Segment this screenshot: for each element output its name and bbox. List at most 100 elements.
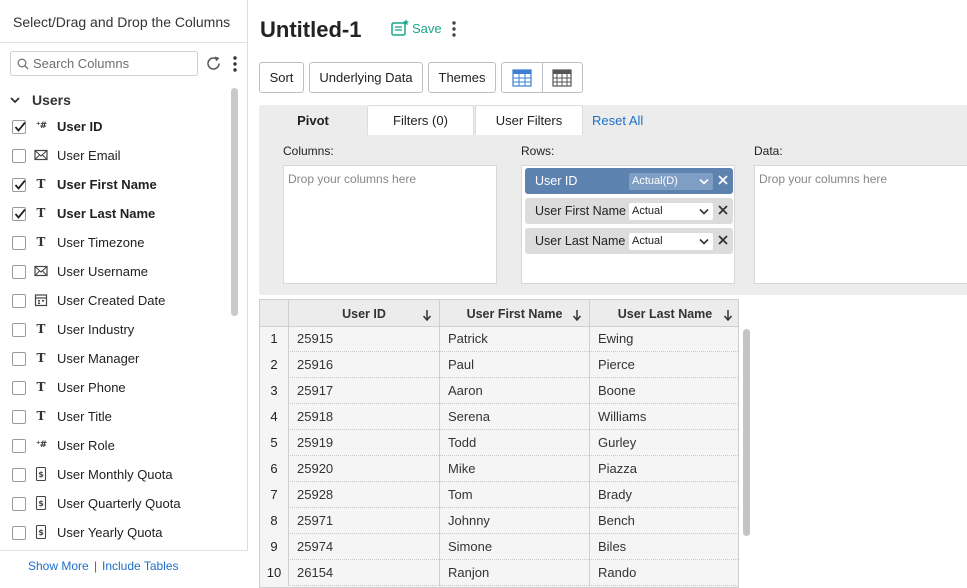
cell-user-id[interactable]: 26154 [288, 560, 439, 586]
checkbox[interactable] [12, 236, 26, 250]
scrollbar[interactable] [231, 88, 238, 316]
column-item[interactable]: User Email [0, 141, 228, 170]
checkbox[interactable] [12, 439, 26, 453]
aggregation-select[interactable]: Actual [629, 232, 713, 250]
tab-pivot[interactable]: Pivot [259, 105, 367, 135]
close-icon[interactable] [717, 233, 729, 247]
cell-last-name[interactable]: Williams [589, 404, 738, 430]
close-icon[interactable] [717, 173, 729, 187]
data-drop-zone[interactable]: Drop your columns here [754, 165, 967, 284]
cell-first-name[interactable]: Ranjon [439, 560, 589, 586]
sort-button[interactable]: Sort [259, 62, 304, 93]
table-row[interactable]: 3 25917 Aaron Boone [260, 378, 738, 404]
more-options-icon[interactable] [450, 20, 458, 38]
row-field-chip[interactable]: User First Name Actual [525, 198, 733, 224]
cell-user-id[interactable]: 25916 [288, 352, 439, 378]
cell-last-name[interactable]: Pierce [589, 352, 738, 378]
column-header-last-name[interactable]: User Last Name [589, 300, 738, 327]
show-more-link[interactable]: Show More [28, 559, 89, 573]
reset-all-link[interactable]: Reset All [592, 113, 643, 128]
row-field-chip[interactable]: User Last Name Actual [525, 228, 733, 254]
row-field-chip[interactable]: User ID Actual(D) [525, 168, 733, 194]
table-row[interactable]: 4 25918 Serena Williams [260, 404, 738, 430]
column-item[interactable]: ⁺# User ID [0, 112, 228, 141]
column-item[interactable]: T User Last Name [0, 199, 228, 228]
save-button[interactable]: Save [390, 18, 442, 38]
checkbox[interactable] [12, 120, 26, 134]
group-users[interactable]: Users [10, 91, 71, 109]
column-item[interactable]: ⁺# User Role [0, 431, 228, 460]
cell-user-id[interactable]: 25919 [288, 430, 439, 456]
column-item[interactable]: $ User Quarterly Quota [0, 489, 228, 518]
checkbox[interactable] [12, 149, 26, 163]
column-item[interactable]: T User Timezone [0, 228, 228, 257]
cell-user-id[interactable]: 25928 [288, 482, 439, 508]
column-item[interactable]: T User Phone [0, 373, 228, 402]
rows-drop-zone[interactable]: User ID Actual(D) User First Name Actual Use… [521, 165, 735, 284]
cell-last-name[interactable]: Piazza [589, 456, 738, 482]
column-item[interactable]: User Created Date [0, 286, 228, 315]
cell-user-id[interactable]: 25917 [288, 378, 439, 404]
checkbox[interactable] [12, 381, 26, 395]
aggregation-select[interactable]: Actual [629, 202, 713, 220]
table-row[interactable]: 9 25974 Simone Biles [260, 534, 738, 560]
column-item[interactable]: $ User Monthly Quota [0, 460, 228, 489]
checkbox[interactable] [12, 265, 26, 279]
cell-last-name[interactable]: Boone [589, 378, 738, 404]
checkbox[interactable] [12, 526, 26, 540]
aggregation-select[interactable]: Actual(D) [629, 172, 713, 190]
checkbox[interactable] [12, 323, 26, 337]
column-header-first-name[interactable]: User First Name [439, 300, 589, 327]
table-row[interactable]: 7 25928 Tom Brady [260, 482, 738, 508]
report-title[interactable]: Untitled-1 [260, 17, 361, 43]
column-item[interactable]: User Username [0, 257, 228, 286]
cell-last-name[interactable]: Biles [589, 534, 738, 560]
more-options-icon[interactable] [230, 55, 240, 73]
cell-last-name[interactable]: Gurley [589, 430, 738, 456]
close-icon[interactable] [717, 203, 729, 217]
cell-first-name[interactable]: Mike [439, 456, 589, 482]
tab-user-filters[interactable]: User Filters [475, 105, 583, 135]
pivot-view-button[interactable] [541, 63, 583, 92]
cell-first-name[interactable]: Aaron [439, 378, 589, 404]
refresh-icon[interactable] [205, 55, 222, 72]
themes-button[interactable]: Themes [428, 62, 496, 93]
table-row[interactable]: 1 25915 Patrick Ewing [260, 326, 738, 352]
tab-filters[interactable]: Filters (0) [367, 105, 474, 135]
checkbox[interactable] [12, 468, 26, 482]
checkbox[interactable] [12, 207, 26, 221]
include-tables-link[interactable]: Include Tables [102, 559, 179, 573]
cell-first-name[interactable]: Simone [439, 534, 589, 560]
column-header-user-id[interactable]: User ID [288, 300, 439, 327]
cell-last-name[interactable]: Ewing [589, 326, 738, 352]
table-row[interactable]: 8 25971 Johnny Bench [260, 508, 738, 534]
column-item[interactable]: T User First Name [0, 170, 228, 199]
search-box[interactable] [10, 51, 198, 76]
cell-last-name[interactable]: Brady [589, 482, 738, 508]
column-item[interactable]: T User Title [0, 402, 228, 431]
grid-scrollbar[interactable] [743, 329, 750, 536]
cell-user-id[interactable]: 25915 [288, 326, 439, 352]
table-row[interactable]: 2 25916 Paul Pierce [260, 352, 738, 378]
cell-user-id[interactable]: 25918 [288, 404, 439, 430]
cell-last-name[interactable]: Bench [589, 508, 738, 534]
cell-first-name[interactable]: Patrick [439, 326, 589, 352]
column-item[interactable]: T User Industry [0, 315, 228, 344]
cell-first-name[interactable]: Serena [439, 404, 589, 430]
cell-first-name[interactable]: Todd [439, 430, 589, 456]
underlying-data-button[interactable]: Underlying Data [309, 62, 423, 93]
table-row[interactable]: 5 25919 Todd Gurley [260, 430, 738, 456]
checkbox[interactable] [12, 497, 26, 511]
search-input[interactable] [33, 54, 193, 73]
checkbox[interactable] [12, 294, 26, 308]
cell-first-name[interactable]: Tom [439, 482, 589, 508]
checkbox[interactable] [12, 352, 26, 366]
column-item[interactable]: $ User Yearly Quota [0, 518, 228, 547]
checkbox[interactable] [12, 410, 26, 424]
cell-last-name[interactable]: Rando [589, 560, 738, 586]
column-item[interactable]: T User Manager [0, 344, 228, 373]
cell-user-id[interactable]: 25920 [288, 456, 439, 482]
table-row[interactable]: 10 26154 Ranjon Rando [260, 560, 738, 586]
cell-first-name[interactable]: Paul [439, 352, 589, 378]
cell-user-id[interactable]: 25974 [288, 534, 439, 560]
